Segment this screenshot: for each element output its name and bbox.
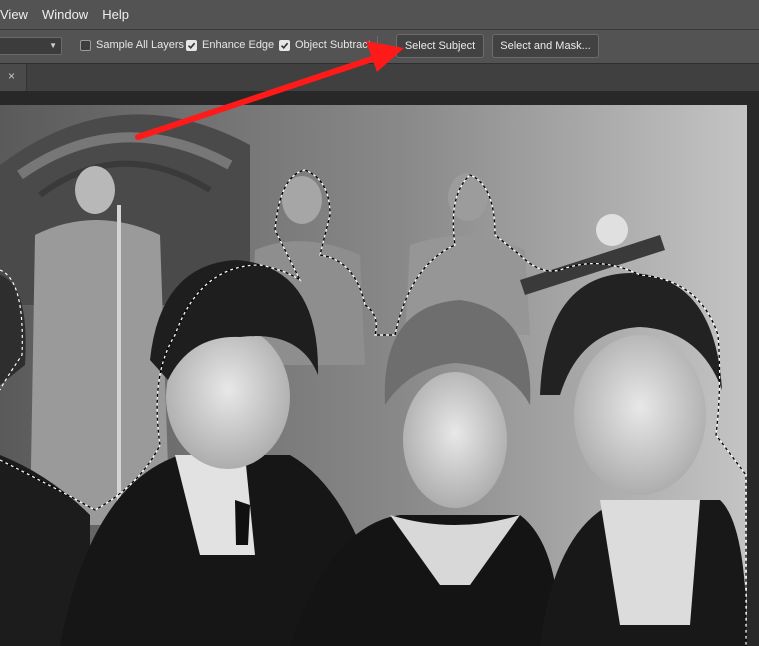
sample-all-layers-label: Sample All Layers [96,39,185,51]
options-bar: ▼ Sample All Layers Enhance Edge Object … [0,30,759,64]
enhance-edge-label: Enhance Edge [202,39,275,51]
canvas-area[interactable] [0,92,759,646]
document-tab[interactable]: × [0,64,27,91]
select-and-mask-button[interactable]: Select and Mask... [492,34,599,58]
photo-canvas[interactable] [0,105,747,646]
object-subtract-label: Object Subtract [295,39,371,51]
brush-mode-dropdown[interactable]: ▼ [0,37,62,55]
enhance-edge-checkbox[interactable]: Enhance Edge [186,39,274,51]
sample-all-layers-checkbox[interactable]: Sample All Layers [80,39,184,51]
object-subtract-checkbox[interactable]: Object Subtract [279,39,371,51]
menu-window[interactable]: Window [35,0,95,29]
checkbox-icon[interactable] [80,39,91,51]
chevron-down-icon: ▼ [49,41,57,50]
menu-help[interactable]: Help [95,0,136,29]
menu-view[interactable]: View [0,0,35,29]
checkmark-icon[interactable] [186,39,197,51]
close-icon[interactable]: × [8,69,15,83]
separator [377,36,378,58]
menu-bar: View Window Help [0,0,759,30]
checkmark-icon[interactable] [279,39,290,51]
photo-image [0,105,747,646]
document-tab-bar: × [0,64,759,91]
select-subject-button[interactable]: Select Subject [396,34,484,58]
